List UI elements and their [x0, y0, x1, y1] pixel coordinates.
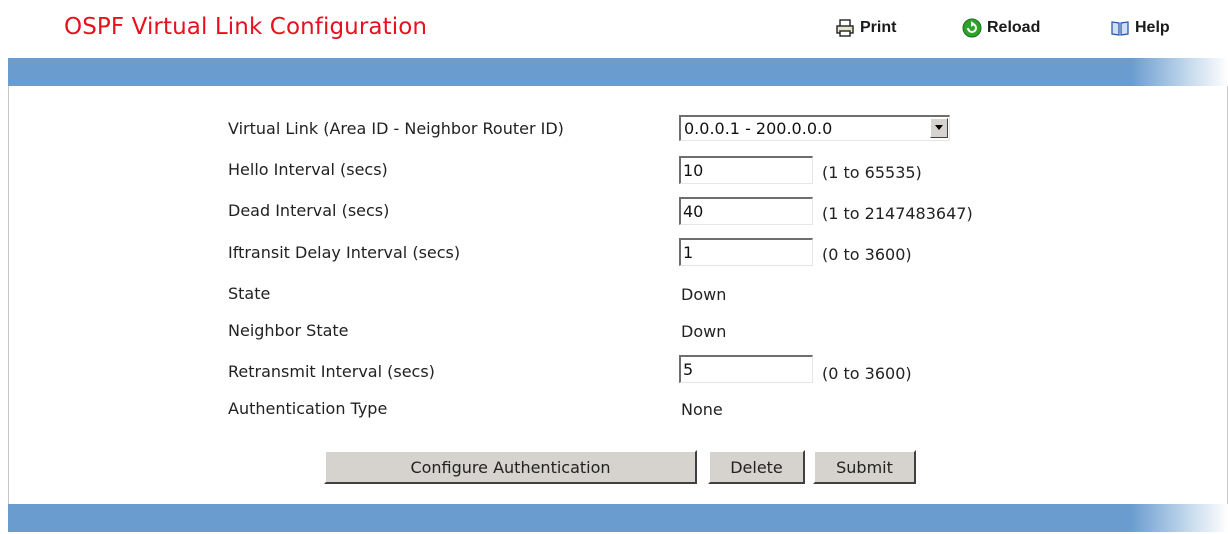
reload-label: Reload [987, 19, 1041, 36]
print-button[interactable]: Print [835, 18, 896, 38]
hello-interval-label: Hello Interval (secs) [228, 160, 388, 179]
form-panel [8, 86, 1228, 504]
hello-interval-input[interactable] [679, 156, 813, 184]
page-header: OSPF Virtual Link Configuration Print Re… [0, 0, 1228, 58]
submit-button[interactable]: Submit [813, 450, 916, 484]
page-title: OSPF Virtual Link Configuration [64, 14, 428, 40]
reload-button[interactable]: Reload [962, 18, 1040, 38]
footer-band [8, 504, 1228, 532]
chevron-down-icon[interactable] [930, 118, 948, 138]
neighbor-state-value: Down [681, 322, 727, 341]
dead-interval-label: Dead Interval (secs) [228, 201, 390, 220]
delete-button[interactable]: Delete [708, 450, 805, 484]
auth-type-value: None [681, 400, 723, 419]
hello-interval-range: (1 to 65535) [822, 163, 922, 182]
state-value: Down [681, 285, 727, 304]
retransmit-interval-input[interactable] [679, 355, 813, 383]
virtual-link-select[interactable]: 0.0.0.1 - 200.0.0.0 [679, 115, 950, 141]
dead-interval-input[interactable] [679, 197, 813, 225]
header-band [8, 58, 1228, 86]
help-label: Help [1135, 19, 1170, 36]
help-book-icon [1110, 18, 1130, 38]
configure-authentication-button[interactable]: Configure Authentication [324, 450, 697, 484]
reload-icon [962, 18, 982, 38]
print-label: Print [860, 19, 897, 36]
retransmit-interval-range: (0 to 3600) [822, 364, 912, 383]
printer-icon [835, 18, 855, 38]
virtual-link-label: Virtual Link (Area ID - Neighbor Router … [228, 119, 564, 138]
auth-type-label: Authentication Type [228, 399, 388, 418]
state-label: State [228, 284, 271, 303]
iftransit-delay-input[interactable] [679, 238, 813, 266]
iftransit-delay-range: (0 to 3600) [822, 245, 912, 264]
neighbor-state-label: Neighbor State [228, 321, 349, 340]
retransmit-interval-label: Retransmit Interval (secs) [228, 362, 435, 381]
virtual-link-selected: 0.0.0.1 - 200.0.0.0 [684, 119, 833, 138]
dead-interval-range: (1 to 2147483647) [822, 204, 973, 223]
help-button[interactable]: Help [1110, 18, 1170, 38]
iftransit-delay-label: Iftransit Delay Interval (secs) [228, 243, 461, 262]
